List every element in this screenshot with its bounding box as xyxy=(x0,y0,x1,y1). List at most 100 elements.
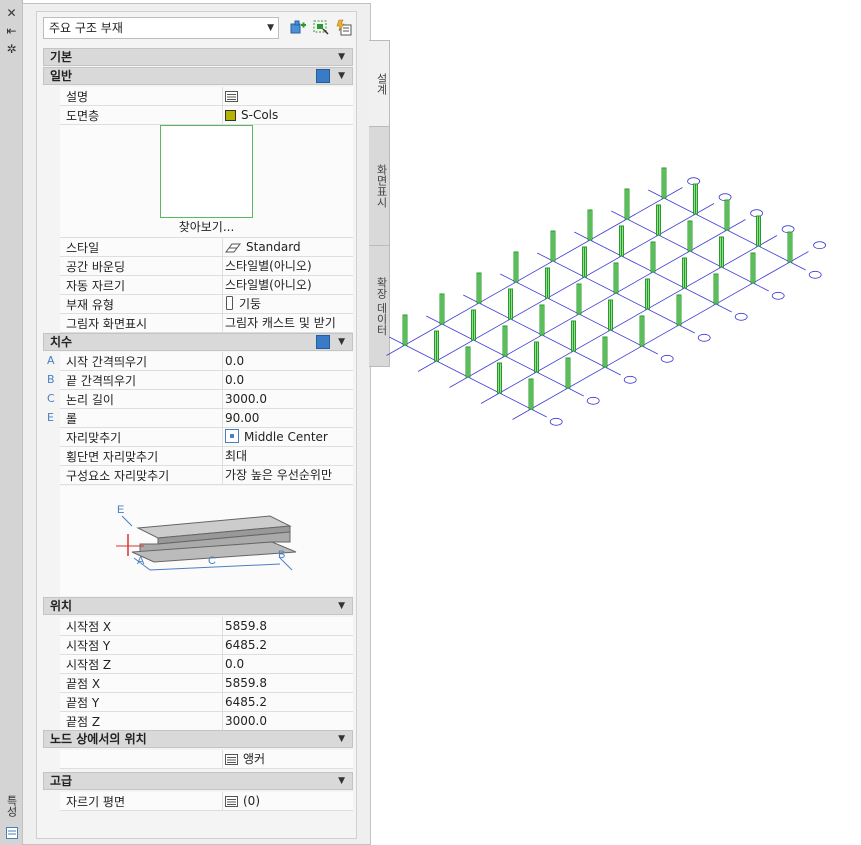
select-objects-icon[interactable] xyxy=(312,19,330,37)
row-end-z[interactable]: 끝점 Z 3000.0 xyxy=(60,712,353,731)
layer-label: 도면층 xyxy=(66,109,100,123)
close-icon[interactable]: ✕ xyxy=(5,7,18,20)
add-icon[interactable] xyxy=(289,19,307,37)
row-start-z[interactable]: 시작점 Z 0.0 xyxy=(60,655,353,674)
start-offset-label: 시작 간격띄우기 xyxy=(66,355,148,369)
description-value[interactable] xyxy=(222,87,355,105)
row-description[interactable]: 설명 xyxy=(60,87,353,106)
row-layer[interactable]: 도면층 S-Cols xyxy=(60,106,353,125)
style-override-icon[interactable] xyxy=(316,69,330,83)
row-end-offset[interactable]: 끝 간격띄우기 0.0 xyxy=(60,371,353,390)
location-gutter xyxy=(43,616,60,730)
layer-value-cell[interactable]: S-Cols xyxy=(222,106,355,124)
column-icon xyxy=(226,296,233,310)
start-z-value[interactable]: 0.0 xyxy=(222,655,355,673)
section-justify-value[interactable]: 최대 xyxy=(222,447,355,465)
chevron-down-icon: ▼ xyxy=(338,71,345,81)
member-type-value: 기둥 xyxy=(239,297,262,311)
justify-value-cell[interactable]: Middle Center xyxy=(222,428,355,446)
auto-trim-value[interactable]: 스타일별(아니오) xyxy=(222,276,355,294)
logical-length-value[interactable]: 3000.0 xyxy=(222,390,355,408)
row-end-y[interactable]: 끝점 Y 6485.2 xyxy=(60,693,353,712)
auto-trim-label: 자동 자르기 xyxy=(66,279,126,293)
chevron-down-icon: ▼ xyxy=(338,601,345,611)
style-value-cell[interactable]: Standard xyxy=(222,238,355,256)
section-node-location-label: 노드 상에서의 위치 xyxy=(50,732,147,746)
grid-bubble xyxy=(623,375,637,384)
dimensions-gutter xyxy=(43,352,60,597)
section-node-location[interactable]: 노드 상에서의 위치 ▼ xyxy=(43,730,353,748)
row-shadow-display[interactable]: 그림자 화면표시 그림자 캐스트 및 받기 xyxy=(60,314,353,333)
palette-title: 특성 xyxy=(5,795,18,817)
quick-select-icon[interactable] xyxy=(335,19,353,37)
row-justify[interactable]: 자리맞추기 Middle Center xyxy=(60,428,353,447)
row-start-x[interactable]: 시작점 X 5859.8 xyxy=(60,617,353,636)
advanced-gutter xyxy=(43,791,60,811)
style-override-icon[interactable] xyxy=(316,335,330,349)
tab-design[interactable]: 설계 xyxy=(369,40,390,127)
row-end-x[interactable]: 끝점 X 5859.8 xyxy=(60,674,353,693)
end-z-value[interactable]: 3000.0 xyxy=(222,712,355,730)
diagram-letter-b: B xyxy=(278,549,285,561)
start-offset-value[interactable]: 0.0 xyxy=(222,352,355,370)
space-bounding-value[interactable]: 스타일별(아니오) xyxy=(222,257,355,275)
member-type-label: 부재 유형 xyxy=(66,298,114,312)
object-type-value: 주요 구조 부재 xyxy=(49,21,123,35)
grid-line xyxy=(449,219,746,388)
row-start-offset[interactable]: 시작 간격띄우기 0.0 xyxy=(60,352,353,371)
section-advanced[interactable]: 고급 ▼ xyxy=(43,772,353,790)
anchor-value-cell[interactable]: 앵커 xyxy=(222,750,355,768)
section-location[interactable]: 위치 ▼ xyxy=(43,597,353,615)
space-bounding-label: 공간 바운딩 xyxy=(66,260,126,274)
chevron-down-icon: ▼ xyxy=(338,734,345,744)
start-y-value[interactable]: 6485.2 xyxy=(222,636,355,654)
component-justify-value[interactable]: 가장 높은 우선순위만 xyxy=(222,466,355,484)
cut-plane-value-cell[interactable]: (0) xyxy=(222,792,355,810)
grid-bubble xyxy=(549,417,563,426)
start-x-label: 시작점 X xyxy=(66,620,112,634)
start-x-value[interactable]: 5859.8 xyxy=(222,617,355,635)
settings-icon[interactable]: ✲ xyxy=(5,43,18,56)
grid-bubble xyxy=(771,291,785,300)
justify-label: 자리맞추기 xyxy=(66,431,122,445)
row-auto-trim[interactable]: 자동 자르기 스타일별(아니오) xyxy=(60,276,353,295)
shadow-display-value[interactable]: 그림자 캐스트 및 받기 xyxy=(222,314,355,332)
member-type-value-cell[interactable]: 기둥 xyxy=(222,295,355,313)
beam-dimension-diagram: E A C B xyxy=(116,504,297,571)
auto-hide-icon[interactable]: ⇤ xyxy=(5,25,18,38)
row-anchor[interactable]: 앵커 xyxy=(60,750,353,769)
section-basic-label: 기본 xyxy=(50,50,73,64)
row-section-justify[interactable]: 횡단면 자리맞추기 최대 xyxy=(60,447,353,466)
end-x-value[interactable]: 5859.8 xyxy=(222,674,355,692)
row-cut-plane[interactable]: 자르기 평면 (0) xyxy=(60,792,353,811)
structural-grid-model[interactable] xyxy=(385,145,861,455)
roll-label: 롤 xyxy=(66,412,78,426)
row-logical-length[interactable]: 논리 길이 3000.0 xyxy=(60,390,353,409)
section-basic[interactable]: 기본 ▼ xyxy=(43,48,353,66)
row-member-type[interactable]: 부재 유형 기둥 xyxy=(60,295,353,314)
start-y-label: 시작점 Y xyxy=(66,639,111,653)
section-dimensions[interactable]: 치수 ▼ xyxy=(43,333,353,351)
browse-link[interactable]: 찾아보기... xyxy=(60,218,353,235)
diagram-letter-e: E xyxy=(117,504,124,516)
shadow-display-label: 그림자 화면표시 xyxy=(66,317,148,331)
row-component-justify[interactable]: 구성요소 자리맞추기 가장 높은 우선순위만 xyxy=(60,466,353,485)
grid-line xyxy=(417,203,715,372)
row-roll[interactable]: 롤 90.00 xyxy=(60,409,353,428)
grid-bubble xyxy=(660,354,674,363)
row-start-y[interactable]: 시작점 Y 6485.2 xyxy=(60,636,353,655)
row-style[interactable]: 스타일 Standard xyxy=(60,238,353,257)
layer-value: S-Cols xyxy=(241,108,279,122)
anchor-value: 앵커 xyxy=(243,752,266,766)
section-general[interactable]: 일반 ▼ xyxy=(43,67,353,85)
grid-bubble xyxy=(808,270,822,279)
end-y-value[interactable]: 6485.2 xyxy=(222,693,355,711)
style-value: Standard xyxy=(246,240,301,254)
roll-value[interactable]: 90.00 xyxy=(222,409,355,427)
end-offset-value[interactable]: 0.0 xyxy=(222,371,355,389)
row-space-bounding[interactable]: 공간 바운딩 스타일별(아니오) xyxy=(60,257,353,276)
style-preview-image xyxy=(160,125,253,218)
object-type-select[interactable]: 주요 구조 부재 ▼ xyxy=(43,17,279,39)
dimension-letter-e: E xyxy=(47,411,54,424)
properties-icon[interactable] xyxy=(5,827,18,840)
